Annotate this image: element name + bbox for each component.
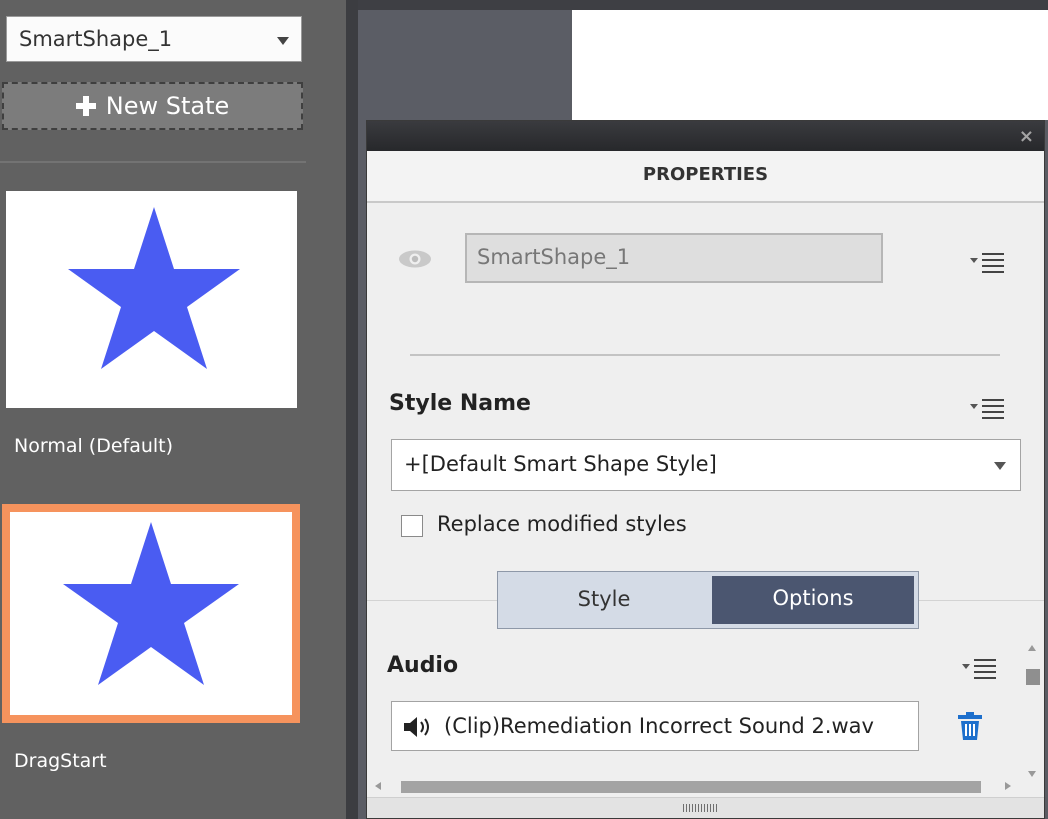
vertical-scrollbar[interactable]	[1023, 641, 1043, 781]
panel-title: PROPERTIES	[367, 151, 1044, 203]
audio-clip-field[interactable]: (Clip)Remediation Incorrect Sound 2.wav	[391, 701, 919, 751]
tab-options[interactable]: Options	[712, 576, 914, 624]
close-icon[interactable]: ×	[1019, 126, 1034, 147]
stage-canvas[interactable]	[572, 10, 1048, 120]
state-thumbnail-normal[interactable]	[6, 191, 297, 408]
style-select-value: +[Default Smart Shape Style]	[404, 452, 717, 476]
tab-style[interactable]: Style	[498, 572, 710, 628]
scroll-up-icon[interactable]	[1028, 645, 1036, 651]
style-menu-icon[interactable]	[970, 395, 1010, 419]
replace-styles-label: Replace modified styles	[437, 512, 687, 536]
divider	[410, 354, 1000, 356]
item-name-field[interactable]: SmartShape_1	[465, 233, 883, 283]
chevron-down-icon	[277, 37, 289, 45]
scroll-right-icon[interactable]	[1005, 782, 1011, 790]
scroll-left-icon[interactable]	[375, 782, 381, 790]
tab-bar: Style Options	[497, 571, 919, 629]
properties-panel: × PROPERTIES SmartShape_1 Style Name +[D…	[366, 120, 1045, 819]
state-thumbnail-dragstart[interactable]	[10, 512, 292, 715]
new-state-button[interactable]: New State	[2, 82, 303, 130]
shape-select-dropdown[interactable]: SmartShape_1	[6, 16, 302, 62]
audio-clip-name: (Clip)Remediation Incorrect Sound 2.wav	[444, 714, 874, 738]
horizontal-scrollbar[interactable]	[373, 777, 1013, 797]
divider	[0, 161, 306, 163]
star-shape	[63, 522, 239, 685]
state-label-normal: Normal (Default)	[14, 435, 174, 457]
panel-splitter[interactable]	[346, 0, 358, 819]
scroll-down-icon[interactable]	[1028, 771, 1036, 777]
eye-icon[interactable]	[398, 249, 432, 269]
replace-styles-checkbox[interactable]	[401, 515, 423, 537]
audio-menu-icon[interactable]	[962, 655, 1002, 679]
resize-grip[interactable]	[367, 797, 1044, 818]
shape-select-value: SmartShape_1	[19, 27, 173, 51]
panel-titlebar[interactable]: ×	[367, 121, 1044, 151]
star-shape	[68, 207, 240, 369]
panel-menu-icon[interactable]	[970, 249, 1010, 273]
plus-icon	[75, 96, 96, 116]
scroll-thumb[interactable]	[1026, 669, 1040, 685]
chevron-down-icon	[994, 462, 1006, 470]
state-label-dragstart: DragStart	[14, 750, 107, 772]
style-name-label: Style Name	[389, 391, 531, 416]
trash-icon[interactable]	[957, 711, 983, 741]
scroll-thumb[interactable]	[401, 781, 981, 793]
top-toolbar	[358, 0, 1048, 10]
grip-icon	[683, 804, 717, 812]
audio-section-label: Audio	[387, 653, 459, 678]
speaker-icon	[404, 717, 429, 737]
style-select-dropdown[interactable]: +[Default Smart Shape Style]	[391, 439, 1021, 491]
states-panel: SmartShape_1 New State Normal (Default) …	[0, 0, 346, 819]
new-state-label: New State	[105, 92, 230, 120]
